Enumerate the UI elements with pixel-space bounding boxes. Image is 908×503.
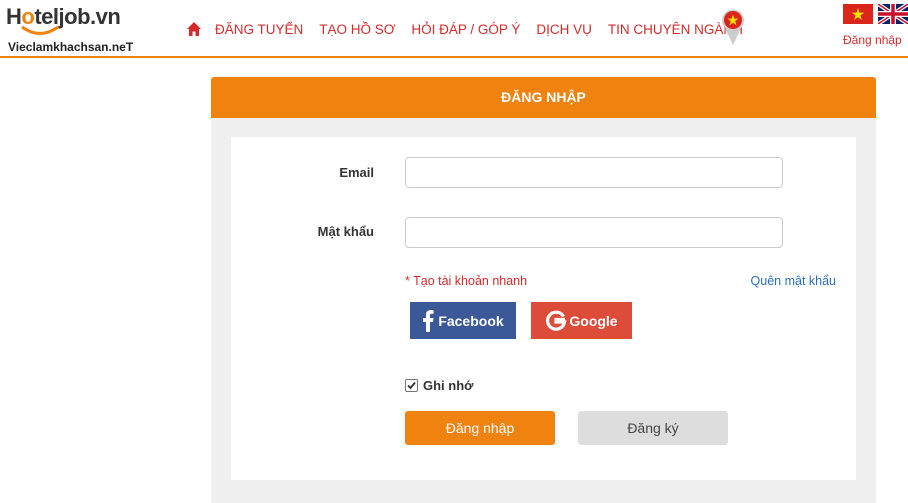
login-panel: ĐĂNG NHẬP Email Mật khẩu * Tạo tài khoản…	[211, 77, 876, 503]
remember-label: Ghi nhớ	[423, 378, 474, 393]
password-label: Mật khẩu	[317, 224, 374, 239]
nav-item-faq[interactable]: HỎI ĐÁP / GÓP Ý	[411, 22, 520, 37]
email-field[interactable]	[405, 157, 783, 188]
facebook-icon	[423, 309, 434, 332]
checkmark-icon	[407, 381, 416, 390]
uk-flag-icon[interactable]	[878, 4, 908, 24]
facebook-label: Facebook	[438, 312, 504, 329]
login-panel-title: ĐĂNG NHẬP	[211, 77, 876, 118]
main-nav: ĐĂNG TUYỂN TẠO HỒ SƠ HỎI ĐÁP / GÓP Ý DỊC…	[186, 19, 759, 39]
vietnam-flag-icon[interactable]	[843, 4, 873, 24]
login-button[interactable]: Đăng nhập	[405, 411, 555, 445]
site-header: Hoteljob.vn Vieclamkhachsan.neT ĐĂNG TUY…	[0, 0, 908, 58]
email-label: Email	[339, 165, 374, 180]
site-logo[interactable]: Hoteljob.vn Vieclamkhachsan.neT	[6, 4, 136, 54]
register-button[interactable]: Đăng ký	[578, 411, 728, 445]
logo-swoosh-icon	[21, 25, 59, 35]
logo-subtext: Vieclamkhachsan.neT	[8, 40, 134, 54]
login-form: Email Mật khẩu * Tạo tài khoản nhanh Quê…	[231, 137, 856, 480]
remember-me[interactable]: Ghi nhớ	[405, 378, 473, 393]
nav-item-create-profile[interactable]: TẠO HỒ SƠ	[319, 22, 395, 37]
nav-item-services[interactable]: DỊCH VỤ	[536, 22, 592, 37]
password-field[interactable]	[405, 217, 783, 248]
google-label: Google	[569, 312, 618, 329]
facebook-login-button[interactable]: Facebook	[410, 302, 516, 339]
location-pin-icon[interactable]	[721, 8, 745, 46]
forgot-password-link[interactable]: Quên mật khẩu	[751, 274, 836, 288]
remember-checkbox[interactable]	[405, 379, 418, 392]
nav-item-post-job[interactable]: ĐĂNG TUYỂN	[215, 22, 303, 37]
google-login-button[interactable]: Google	[531, 302, 632, 339]
header-login-link[interactable]: Đăng nhập	[843, 33, 902, 47]
google-icon	[546, 310, 567, 331]
quick-signup-link[interactable]: * Tạo tài khoản nhanh	[405, 274, 527, 288]
home-icon[interactable]	[186, 21, 202, 37]
